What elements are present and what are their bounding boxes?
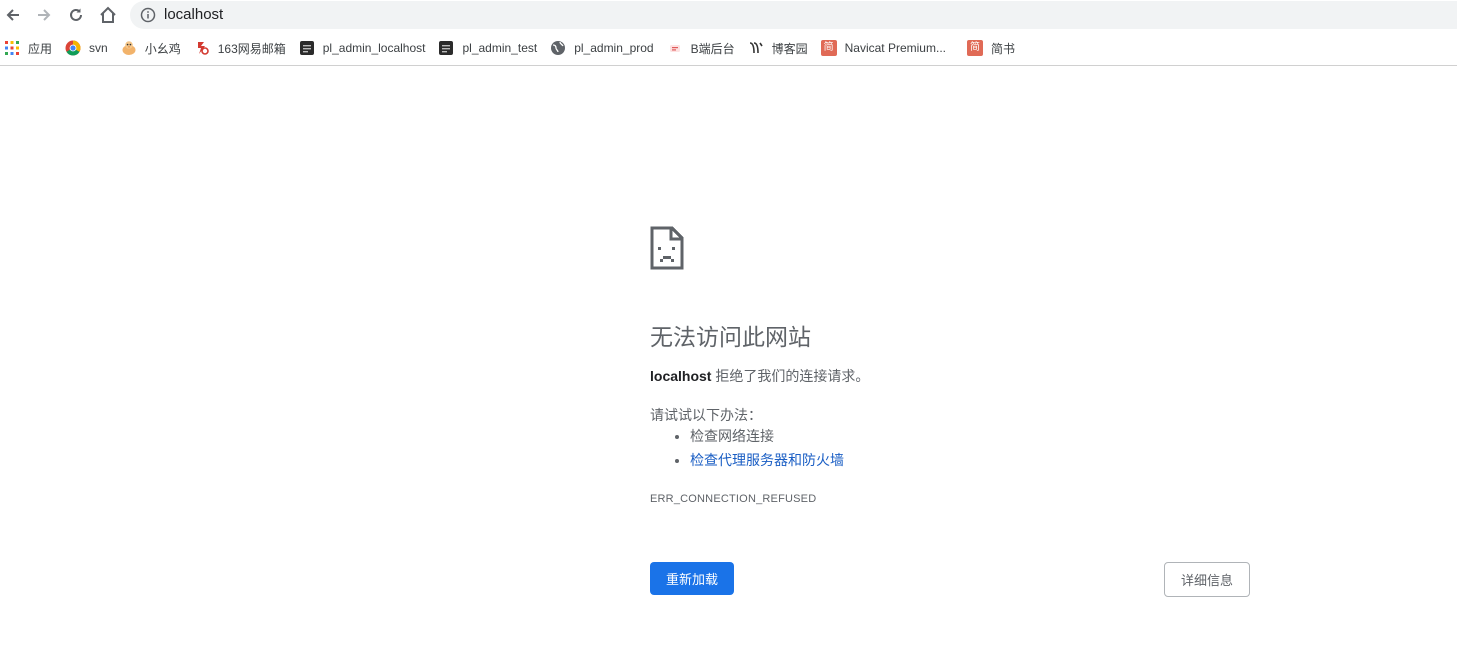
bookmark-label: pl_admin_test (462, 41, 538, 55)
url-text: localhost (164, 6, 224, 23)
suggestion-check-network: 检查网络连接 (690, 425, 844, 449)
browser-toolbar: localhost (0, 0, 1457, 31)
suggestions-list: 检查网络连接 检查代理服务器和防火墙 (650, 425, 844, 473)
home-button[interactable] (95, 2, 121, 28)
error-message-text: 拒绝了我们的连接请求。 (711, 368, 870, 384)
jian-icon: 简 (820, 40, 837, 56)
bookmark-svn[interactable]: svn (60, 36, 116, 60)
bookmark-label: 小幺鸡 (144, 41, 181, 56)
reload-button[interactable] (63, 2, 89, 28)
bookmark-label: 简书 (990, 41, 1015, 56)
jian-icon: 简 (966, 40, 983, 56)
error-code: ERR_CONNECTION_REFUSED (650, 493, 817, 505)
forward-arrow-icon (38, 9, 51, 21)
bookmark-label: pl_admin_prod (574, 41, 654, 55)
bookmark-pl-admin-prod[interactable]: pl_admin_prod (545, 36, 661, 60)
check-proxy-link[interactable]: 检查代理服务器和防火墙 (690, 452, 844, 468)
toolbar-divider (0, 65, 1457, 66)
bookmark-b-backend[interactable]: B端后台 (662, 36, 743, 60)
bookmark-cnblogs[interactable]: 博客园 (743, 36, 816, 60)
details-button[interactable]: 详细信息 (1164, 562, 1250, 597)
dark-favicon-icon (299, 41, 314, 55)
reload-page-button[interactable]: 重新加载 (650, 562, 734, 595)
suggestions-title: 请试试以下办法： (650, 407, 762, 423)
home-icon (100, 6, 116, 23)
bookmark-jianshu[interactable]: 简 简书 (962, 36, 1023, 60)
bookmark-label: 博客园 (771, 41, 808, 56)
apps-grid-icon (5, 41, 19, 55)
bookmark-label: 163网易邮箱 (217, 41, 286, 56)
dark-favicon-icon (439, 41, 454, 55)
chick-icon (122, 41, 136, 55)
globe-icon (551, 41, 566, 55)
error-host: localhost (650, 368, 712, 384)
netease-icon (197, 42, 209, 55)
chrome-icon (65, 40, 81, 56)
back-button[interactable] (0, 2, 26, 28)
bookmark-pl-admin-test[interactable]: pl_admin_test (433, 36, 545, 60)
bookmark-label: 应用 (28, 41, 53, 56)
reload-icon (70, 8, 82, 21)
cnblogs-icon (749, 42, 763, 54)
bookmark-xiaoyaoji[interactable]: 小幺鸡 (116, 36, 189, 60)
sad-page-icon (650, 226, 684, 270)
error-title: 无法访问此网站 (650, 324, 811, 350)
address-bar[interactable]: localhost (130, 1, 1457, 29)
bookmark-apps[interactable]: 应用 (0, 36, 60, 60)
suggestion-check-proxy: 检查代理服务器和防火墙 (690, 449, 844, 473)
error-message: localhost 拒绝了我们的连接请求。 (650, 366, 869, 386)
bookmark-label: Navicat Premium... (844, 41, 946, 55)
bookmark-163-mail[interactable]: 163网易邮箱 (189, 36, 294, 60)
b-favicon-icon (669, 45, 680, 52)
bookmark-label: pl_admin_localhost (322, 41, 426, 55)
bookmarks-bar: 应用 svn 小幺鸡 163网易邮箱 pl_admin_localhost pl… (0, 36, 1457, 60)
info-icon[interactable] (140, 7, 156, 23)
bookmark-label: svn (89, 41, 108, 55)
back-arrow-icon (6, 9, 19, 21)
forward-button[interactable] (31, 2, 57, 28)
bookmark-label: B端后台 (690, 41, 735, 56)
bookmark-navicat[interactable]: 简 Navicat Premium... (816, 36, 954, 60)
bookmark-pl-admin-localhost[interactable]: pl_admin_localhost (294, 36, 434, 60)
